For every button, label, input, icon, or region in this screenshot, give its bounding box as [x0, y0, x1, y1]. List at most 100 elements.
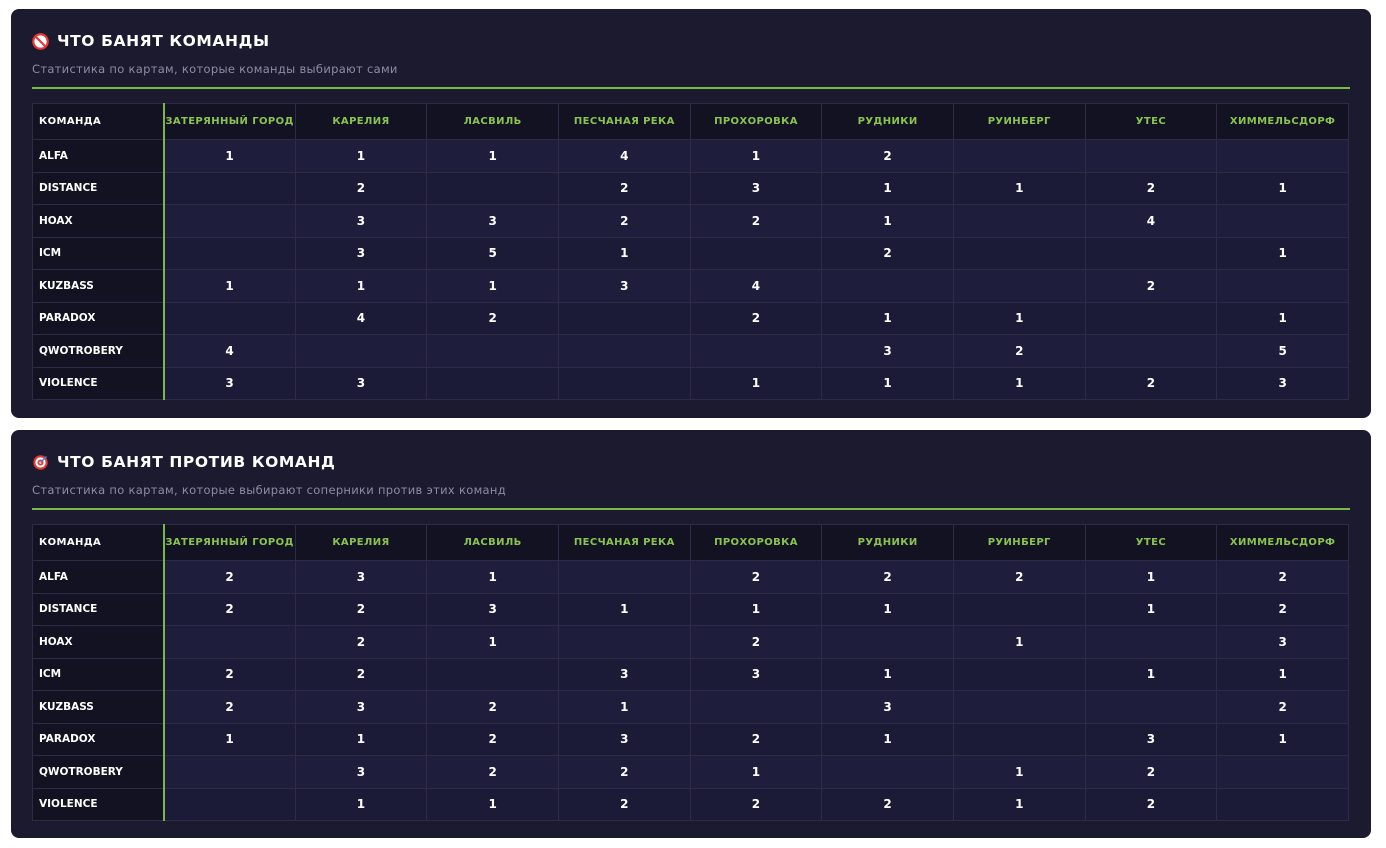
column-header-map: ЗАТЕРЯННЫЙ ГОРОД: [163, 103, 296, 140]
column-header-team: КОМАНДА: [32, 103, 165, 140]
count-cell: [557, 334, 691, 368]
table-row: KUZBASS 1 1 1 3 4 2: [32, 269, 1349, 303]
count-cell: [952, 236, 1086, 270]
count-cell: [426, 366, 559, 400]
count-cell: [1084, 625, 1218, 659]
count-cell: 2: [1216, 690, 1349, 724]
count-cell: [1084, 236, 1218, 270]
count-cell: 2: [821, 139, 954, 173]
table-header-row: КОМАНДА ЗАТЕРЯННЫЙ ГОРОД КАРЕЛИЯ ЛАСВИЛЬ ПЕС…: [32, 103, 1349, 140]
column-header-map: ПЕСЧАНАЯ РЕКА: [557, 524, 691, 561]
table-row: ALFA 2 3 1 2 2 2 1 2: [32, 560, 1349, 594]
count-cell: 1: [689, 366, 823, 400]
count-cell: 2: [1216, 592, 1349, 626]
count-cell: [1084, 334, 1218, 368]
count-cell: 1: [426, 787, 559, 821]
count-cell: 3: [163, 366, 296, 400]
count-cell: 2: [821, 787, 954, 821]
count-cell: 1: [952, 366, 1086, 400]
count-cell: [557, 301, 691, 335]
count-cell: [557, 625, 691, 659]
count-cell: 1: [689, 592, 823, 626]
count-cell: [557, 560, 691, 594]
table-row: HOAX 3 3 2 2 1 4: [32, 204, 1349, 238]
count-cell: 2: [1084, 269, 1218, 303]
count-cell: [1216, 269, 1349, 303]
count-cell: [163, 236, 296, 270]
count-cell: 1: [1084, 657, 1218, 691]
count-cell: 1: [557, 592, 691, 626]
count-cell: 2: [426, 690, 559, 724]
count-cell: 1: [952, 171, 1086, 205]
count-cell: 2: [689, 722, 823, 756]
count-cell: 1: [1084, 560, 1218, 594]
panel-subtitle: Статистика по картам, которые выбирают с…: [32, 483, 506, 497]
count-cell: 1: [163, 722, 296, 756]
column-header-map: ЗАТЕРЯННЫЙ ГОРОД: [163, 524, 296, 561]
count-cell: 1: [1216, 657, 1349, 691]
column-header-map: КАРЕЛИЯ: [294, 524, 428, 561]
count-cell: 1: [1216, 722, 1349, 756]
count-cell: 2: [294, 171, 428, 205]
count-cell: 3: [689, 171, 823, 205]
count-cell: [1216, 787, 1349, 821]
count-cell: [821, 755, 954, 789]
panel-title: ЧТО БАНЯТ ПРОТИВ КОМАНД: [32, 453, 335, 471]
column-header-team: КОМАНДА: [32, 524, 165, 561]
count-cell: [426, 657, 559, 691]
table-row: ICM 2 2 3 3 1 1 1: [32, 657, 1349, 691]
no-entry-icon: [32, 32, 49, 50]
team-name-cell: PARADOX: [32, 301, 165, 335]
count-cell: 2: [426, 301, 559, 335]
count-cell: 2: [557, 171, 691, 205]
table-row: VIOLENCE 3 3 1 1 1 2 3: [32, 366, 1349, 400]
count-cell: [294, 334, 428, 368]
team-name-cell: VIOLENCE: [32, 787, 165, 821]
divider: [32, 508, 1350, 510]
count-cell: [163, 204, 296, 238]
count-cell: 5: [426, 236, 559, 270]
team-name-cell: ALFA: [32, 139, 165, 173]
count-cell: 1: [952, 755, 1086, 789]
count-cell: 3: [557, 269, 691, 303]
column-header-map: ЛАСВИЛЬ: [426, 103, 559, 140]
column-header-map: РУИНБЕРГ: [952, 103, 1086, 140]
column-header-map: РУИНБЕРГ: [952, 524, 1086, 561]
count-cell: 2: [689, 301, 823, 335]
bans-against-panel: ЧТО БАНЯТ ПРОТИВ КОМАНД Статистика по ка…: [11, 430, 1371, 838]
count-cell: 1: [163, 269, 296, 303]
count-cell: 1: [821, 301, 954, 335]
count-cell: 2: [952, 560, 1086, 594]
count-cell: 3: [294, 560, 428, 594]
team-bans-panel: ЧТО БАНЯТ КОМАНДЫ Статистика по картам, …: [11, 9, 1371, 418]
count-cell: [163, 755, 296, 789]
count-cell: 1: [294, 269, 428, 303]
count-cell: 1: [426, 139, 559, 173]
count-cell: 1: [689, 139, 823, 173]
count-cell: [163, 171, 296, 205]
count-cell: 1: [952, 625, 1086, 659]
count-cell: 3: [1084, 722, 1218, 756]
panel-title: ЧТО БАНЯТ КОМАНДЫ: [32, 32, 270, 50]
column-header-map: РУДНИКИ: [821, 103, 954, 140]
count-cell: 1: [1084, 592, 1218, 626]
count-cell: 2: [952, 334, 1086, 368]
count-cell: [1216, 755, 1349, 789]
count-cell: 2: [821, 236, 954, 270]
column-header-map: ХИММЕЛЬСДОРФ: [1216, 103, 1349, 140]
count-cell: 1: [163, 139, 296, 173]
count-cell: 1: [557, 236, 691, 270]
count-cell: 2: [294, 592, 428, 626]
count-cell: 2: [689, 787, 823, 821]
count-cell: 1: [1216, 171, 1349, 205]
count-cell: 2: [1084, 171, 1218, 205]
divider: [32, 87, 1350, 89]
table-row: DISTANCE 2 2 3 1 1 1 1 2: [32, 592, 1349, 626]
count-cell: [689, 690, 823, 724]
column-header-map: ХИММЕЛЬСДОРФ: [1216, 524, 1349, 561]
column-header-map: УТЕС: [1084, 524, 1218, 561]
column-header-map: КАРЕЛИЯ: [294, 103, 428, 140]
panel-subtitle: Статистика по картам, которые команды вы…: [32, 62, 398, 76]
count-cell: 2: [689, 625, 823, 659]
count-cell: 2: [557, 204, 691, 238]
